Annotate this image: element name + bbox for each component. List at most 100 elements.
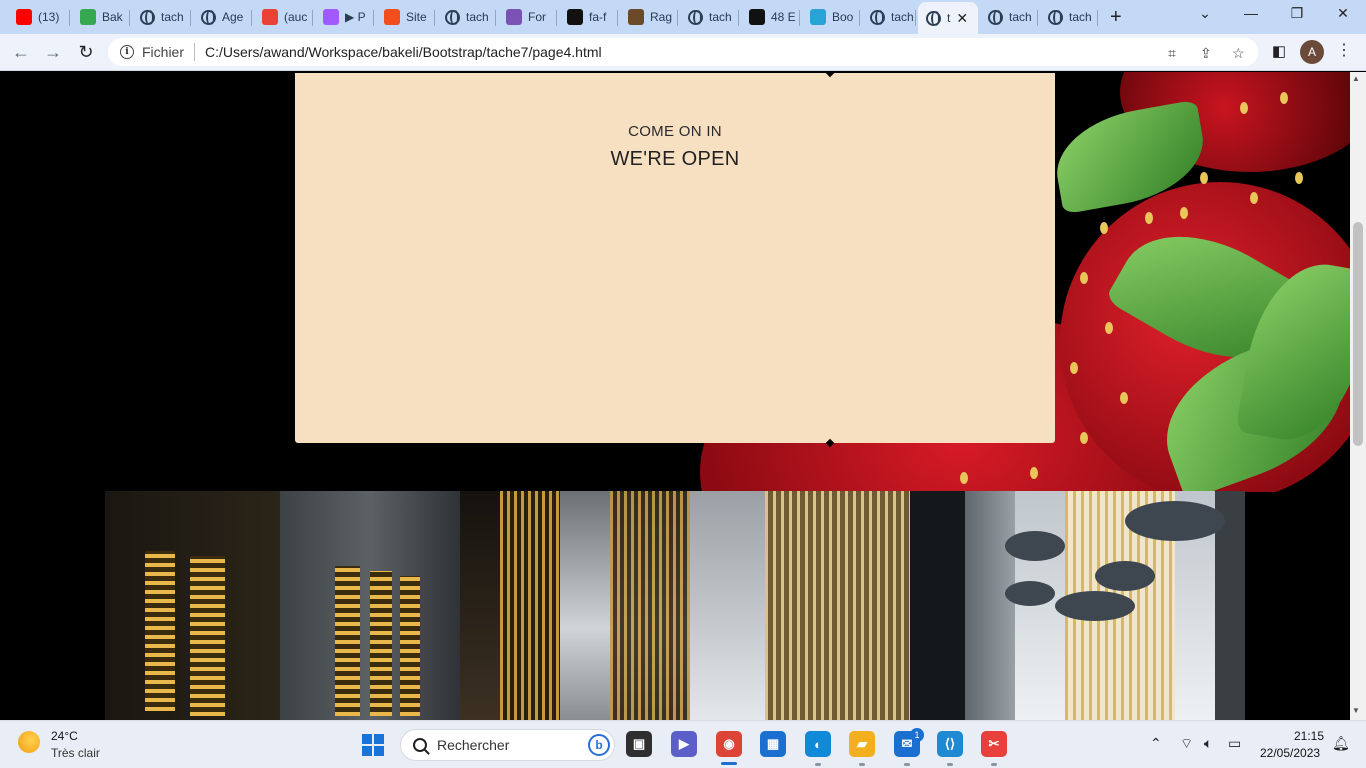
task-view-icon[interactable]: ▣ bbox=[626, 731, 652, 757]
card-title: WE'RE OPEN bbox=[610, 148, 740, 170]
address-bar[interactable]: i Fichier C:/Users/awand/Workspace/bakel… bbox=[108, 38, 1258, 66]
side-panel-icon[interactable]: ◧ bbox=[1268, 42, 1290, 60]
browser-tab[interactable]: 48 E bbox=[741, 4, 800, 30]
web-icon bbox=[201, 9, 216, 25]
search-icon bbox=[413, 738, 427, 752]
browser-tab-label: Bak bbox=[102, 10, 123, 24]
weather-temperature[interactable]: 24°C bbox=[51, 729, 78, 743]
weather-description[interactable]: Très clair bbox=[51, 746, 100, 760]
browser-tab-label: tach bbox=[709, 10, 732, 24]
reload-icon[interactable]: ↻ bbox=[75, 42, 97, 63]
weather-sun-icon[interactable] bbox=[18, 731, 40, 753]
tab-separator bbox=[129, 10, 130, 26]
browser-tab-strip: tach tach t ✕ tach Boo 48 Etach Rag fa-f For tach S… bbox=[0, 0, 1366, 34]
page-viewport: COME ON IN WE'RE OPEN bbox=[0, 72, 1350, 720]
info-icon[interactable]: i bbox=[120, 45, 134, 59]
bing-icon[interactable]: b bbox=[588, 734, 610, 756]
browser-tab-label: ▶ P bbox=[345, 10, 366, 24]
browser-menu-icon[interactable]: ⋮ bbox=[1336, 40, 1352, 60]
tab-separator bbox=[1037, 10, 1038, 26]
share-icon[interactable]: ⇪ bbox=[1200, 45, 1212, 62]
file-explorer-icon[interactable]: ▰ bbox=[849, 731, 875, 757]
close-window-icon[interactable]: ✕ bbox=[1328, 5, 1358, 22]
card-kicker-text: COME ON IN bbox=[628, 123, 722, 140]
windows-start-icon[interactable] bbox=[362, 734, 384, 756]
browser-toolbar: ← → ↻ i Fichier C:/Users/awand/Workspace… bbox=[0, 34, 1366, 71]
chrome-icon[interactable]: ◉ bbox=[716, 731, 742, 757]
close-tab-icon[interactable]: ✕ bbox=[956, 10, 968, 27]
windows-taskbar: 24°C Très clair Rechercher b ▣ ▶ ◉ ▦ ◐ ▰ ✉ 1 ⟨⟩ ✂… bbox=[0, 720, 1366, 768]
store-icon[interactable]: ▦ bbox=[760, 731, 786, 757]
browser-tab[interactable]: tach bbox=[437, 4, 496, 30]
teams-icon[interactable]: ▶ bbox=[671, 731, 697, 757]
taskbar-running-indicator bbox=[859, 763, 865, 766]
vscode-icon[interactable]: ⟨⟩ bbox=[937, 731, 963, 757]
browser-tab[interactable]: tach bbox=[1040, 4, 1098, 30]
scroll-down-arrow-icon[interactable]: ▼ bbox=[1352, 706, 1360, 715]
browser-tab-label: tach bbox=[891, 10, 914, 24]
taskbar-running-indicator bbox=[721, 762, 737, 765]
tab-separator bbox=[190, 10, 191, 26]
browser-tab[interactable]: (13) bbox=[8, 4, 70, 30]
browser-tab-label: 48 E bbox=[771, 10, 796, 24]
browser-tab[interactable]: tach bbox=[980, 4, 1038, 30]
minimize-icon[interactable]: — bbox=[1236, 5, 1266, 21]
volume-icon[interactable]: 🔈︎ bbox=[1204, 735, 1212, 752]
browser-tab[interactable]: Age bbox=[193, 4, 252, 30]
wifi-icon[interactable]: ⌔ bbox=[1180, 735, 1193, 753]
notification-icon[interactable]: 🔔︎ bbox=[1332, 735, 1350, 752]
url-scheme-label: Fichier bbox=[142, 44, 185, 60]
browser-tab[interactable]: Site bbox=[376, 4, 435, 30]
browser-tab[interactable]: ▶ P bbox=[315, 4, 374, 30]
restore-icon[interactable]: ❐ bbox=[1282, 5, 1312, 22]
snipping-tool-icon[interactable]: ✂ bbox=[981, 731, 1007, 757]
clock-time[interactable]: 21:15 bbox=[1292, 729, 1324, 743]
bookmark-star-icon[interactable]: ☆ bbox=[1232, 45, 1245, 62]
browser-tab[interactable]: Rag bbox=[620, 4, 678, 30]
browser-tab-label: t bbox=[947, 11, 951, 25]
browser-tab-label: Rag bbox=[650, 10, 673, 24]
card-notch-top bbox=[825, 72, 835, 78]
taskbar-search-box[interactable]: Rechercher b bbox=[400, 729, 615, 761]
tab-separator bbox=[251, 10, 252, 26]
profile-avatar[interactable]: A bbox=[1300, 40, 1324, 64]
browser-tab-label: Boo bbox=[832, 10, 854, 24]
tab-separator bbox=[617, 10, 618, 26]
battery-icon[interactable]: ▭ bbox=[1228, 735, 1241, 752]
scrollbar-thumb[interactable] bbox=[1353, 222, 1363, 446]
translate-icon[interactable]: ⌗ bbox=[1168, 45, 1176, 62]
fontawesome-icon bbox=[749, 9, 765, 25]
tab-separator bbox=[373, 10, 374, 26]
forward-arrow-icon[interactable]: → bbox=[42, 42, 64, 63]
edge-icon[interactable]: ◐ bbox=[805, 731, 831, 757]
globe-icon bbox=[926, 10, 941, 26]
globe-icon bbox=[140, 9, 155, 25]
browser-tab[interactable]: (auc bbox=[254, 4, 313, 30]
browser-tab[interactable]: tach bbox=[132, 4, 191, 30]
browser-tab-label: tach bbox=[1069, 10, 1092, 24]
tray-overflow-chevron-icon[interactable]: ⌃ bbox=[1150, 735, 1162, 752]
browser-tab[interactable]: tach bbox=[680, 4, 739, 30]
clock-date[interactable]: 22/05/2023 bbox=[1260, 746, 1320, 760]
browser-tab[interactable]: tach bbox=[862, 4, 916, 30]
tab-separator bbox=[495, 10, 496, 26]
new-tab-button[interactable]: + bbox=[1110, 6, 1122, 29]
tab-search-icon[interactable]: ⌄ bbox=[1190, 5, 1220, 22]
tab-separator bbox=[859, 10, 860, 26]
tab-separator bbox=[312, 10, 313, 26]
browser-tab[interactable]: For bbox=[498, 4, 557, 30]
browser-tab[interactable]: fa-f bbox=[559, 4, 618, 30]
bootstrap-icon bbox=[506, 9, 522, 25]
figma-icon bbox=[323, 9, 339, 25]
browser-tab[interactable]: t ✕ bbox=[918, 2, 978, 34]
globe-icon bbox=[870, 9, 885, 25]
restaurant-interior-image bbox=[105, 491, 1245, 720]
back-arrow-icon[interactable]: ← bbox=[10, 42, 32, 63]
browser-tab[interactable]: Bak bbox=[72, 4, 130, 30]
url-text[interactable]: C:/Users/awand/Workspace/bakeli/Bootstra… bbox=[205, 44, 602, 60]
globe-icon bbox=[988, 9, 1003, 25]
youtube-icon bbox=[16, 9, 32, 25]
scroll-up-arrow-icon[interactable]: ▲ bbox=[1352, 74, 1360, 83]
browser-tab-label: tach bbox=[1009, 10, 1032, 24]
browser-tab[interactable]: Boo bbox=[802, 4, 860, 30]
